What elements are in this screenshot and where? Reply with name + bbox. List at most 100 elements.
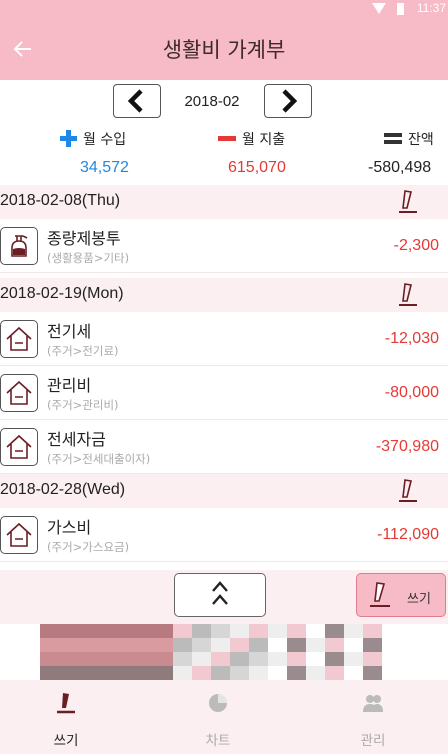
ad-pixel xyxy=(97,624,116,638)
ad-pixel xyxy=(230,638,249,652)
ad-pixel xyxy=(211,638,230,652)
app-title: 생활비 가계부 xyxy=(162,38,286,62)
tab-chart[interactable]: 차트 xyxy=(143,680,293,754)
list-item[interactable]: 관리비 (주거>관리비) -80,000 xyxy=(0,366,448,420)
entry-category: (주거>가스요금) xyxy=(47,540,130,554)
transaction-list: 2018-02-08(Thu) 종량제봉투 (생활용품>기타) -2,300 2… xyxy=(0,185,448,562)
ad-pixel xyxy=(268,666,287,680)
ad-pixel xyxy=(211,624,230,638)
ad-pixel xyxy=(287,652,306,666)
balance-label: 잔액 xyxy=(408,132,434,148)
ad-pixel xyxy=(363,624,382,638)
next-month-button[interactable] xyxy=(264,84,312,118)
income-label: 월 수입 xyxy=(83,132,127,148)
ad-pixel xyxy=(116,624,135,638)
ad-pixel xyxy=(325,624,344,638)
ad-pixel xyxy=(97,638,116,652)
ad-pixel xyxy=(78,638,97,652)
plus-icon xyxy=(60,130,77,147)
ad-pixel xyxy=(249,638,268,652)
entry-amount: -80,000 xyxy=(384,384,439,401)
scroll-top-button[interactable] xyxy=(174,573,266,617)
ad-pixel xyxy=(59,666,78,680)
ad-pixel xyxy=(306,652,325,666)
ad-pixel xyxy=(344,624,363,638)
equals-icon xyxy=(384,131,402,145)
wifi-icon xyxy=(372,3,386,14)
house-icon xyxy=(6,522,32,547)
category-icon-box xyxy=(0,320,38,358)
pie-chart-icon xyxy=(209,694,227,712)
tab-manage[interactable]: 관리 xyxy=(298,680,448,754)
category-icon-box xyxy=(0,428,38,466)
category-icon-box xyxy=(0,227,38,265)
ad-pixel xyxy=(135,652,154,666)
list-footer: 쓰기 xyxy=(0,570,448,624)
ad-pixel xyxy=(154,666,173,680)
ad-pixel xyxy=(192,666,211,680)
expense-value: 615,070 xyxy=(228,159,286,176)
ad-pixel xyxy=(325,666,344,680)
entry-title: 전기세 xyxy=(47,322,92,341)
ad-pixel xyxy=(287,666,306,680)
date-header: 2018-02-08(Thu) xyxy=(0,185,448,219)
tab-label: 관리 xyxy=(360,733,386,749)
ad-pixel xyxy=(154,652,173,666)
entry-amount: -370,980 xyxy=(375,438,439,455)
tab-label: 쓰기 xyxy=(53,733,79,749)
ad-pixel xyxy=(230,652,249,666)
write-button[interactable]: 쓰기 xyxy=(356,573,446,617)
ad-pixel xyxy=(344,638,363,652)
ad-pixel xyxy=(287,638,306,652)
ad-pixel xyxy=(59,624,78,638)
list-item[interactable]: 가스비 (주거>가스요금) -112,090 xyxy=(0,508,448,562)
entry-amount: -2,300 xyxy=(393,237,439,254)
ad-pixel xyxy=(268,652,287,666)
category-icon-box xyxy=(0,374,38,412)
ad-pixel xyxy=(306,666,325,680)
ad-pixel xyxy=(306,638,325,652)
tab-write[interactable]: 쓰기 xyxy=(0,680,141,754)
pen-icon[interactable] xyxy=(396,189,420,215)
ad-pixel xyxy=(78,652,97,666)
date-header: 2018-02-19(Mon) xyxy=(0,278,448,312)
app-bar: 생활비 가계부 xyxy=(0,18,448,80)
list-item[interactable]: 전기세 (주거>전기료) -12,030 xyxy=(0,312,448,366)
list-item[interactable]: 종량제봉투 (생활용품>기타) -2,300 xyxy=(0,219,448,273)
entry-category: (주거>전기료) xyxy=(47,344,119,358)
ad-pixel xyxy=(344,666,363,680)
ad-pixel xyxy=(325,638,344,652)
ad-image xyxy=(40,624,382,680)
ad-pixel xyxy=(40,624,59,638)
ad-pixel xyxy=(344,652,363,666)
entry-title: 종량제봉투 xyxy=(47,229,121,248)
double-chevron-up-icon xyxy=(212,581,228,605)
minus-icon xyxy=(218,136,236,141)
ad-pixel xyxy=(97,666,116,680)
ad-pixel xyxy=(249,666,268,680)
ad-pixel xyxy=(173,666,192,680)
category-icon-box xyxy=(0,516,38,554)
balance-label-group: 잔액 xyxy=(384,129,434,149)
ad-pixel xyxy=(59,652,78,666)
ad-pixel xyxy=(154,624,173,638)
status-time: 11:37 xyxy=(416,1,446,15)
month-nav: 2018-02 xyxy=(0,84,448,120)
prev-month-button[interactable] xyxy=(113,84,161,118)
pen-icon[interactable] xyxy=(396,478,420,504)
list-item[interactable]: 전세자금 (주거>전세대출이자) -370,980 xyxy=(0,420,448,474)
ad-pixel xyxy=(97,652,116,666)
status-bar: 11:37 xyxy=(0,0,448,18)
ad-pixel xyxy=(135,624,154,638)
ad-pixel xyxy=(135,638,154,652)
tab-label: 차트 xyxy=(205,733,231,749)
entry-title: 관리비 xyxy=(47,376,92,395)
entry-amount: -12,030 xyxy=(384,330,439,347)
ad-pixel xyxy=(325,652,344,666)
ad-pixel xyxy=(173,624,192,638)
ad-banner[interactable] xyxy=(0,624,448,680)
pen-icon[interactable] xyxy=(396,282,420,308)
date-label: 2018-02-08(Thu) xyxy=(0,192,121,209)
ad-pixel xyxy=(287,624,306,638)
chevron-left-icon xyxy=(127,89,143,113)
